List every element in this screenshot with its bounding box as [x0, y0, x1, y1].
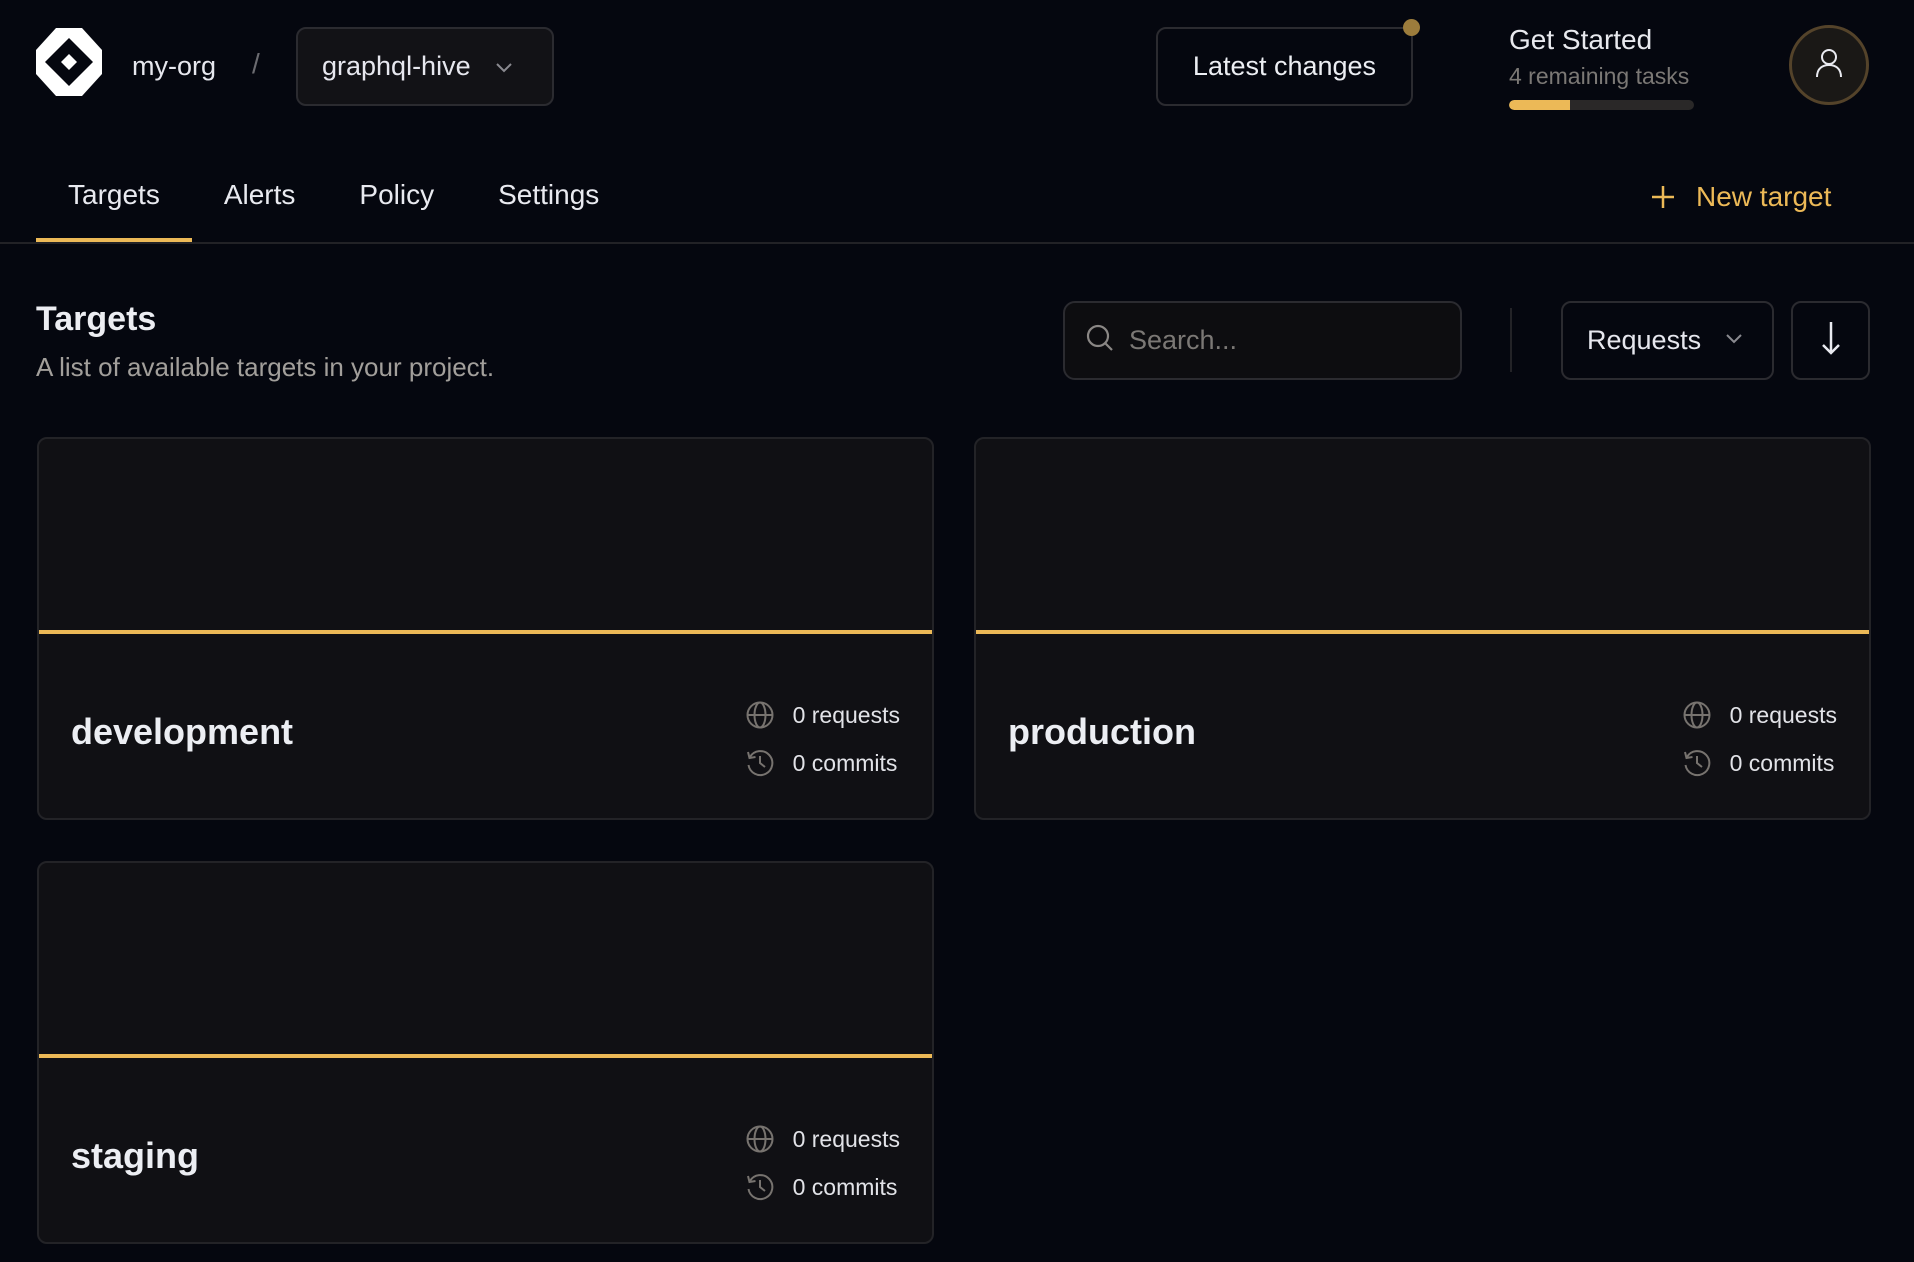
toolbar-divider [1510, 308, 1512, 372]
requests-count: 0 requests [1729, 701, 1837, 728]
requests-count: 0 requests [792, 701, 900, 728]
requests-chart [39, 630, 932, 634]
get-started-progress-bar [1509, 100, 1694, 110]
chevron-down-icon [1723, 327, 1745, 354]
commits-stat: 0 commits [745, 1163, 900, 1211]
history-icon [746, 750, 773, 777]
globe-icon [746, 1125, 774, 1153]
plus-icon [1652, 186, 1674, 208]
target-name: production [1008, 711, 1196, 752]
arrow-down-icon [1819, 320, 1843, 361]
search-input[interactable] [1129, 325, 1449, 356]
search-icon [1085, 323, 1115, 358]
commits-stat: 0 commits [1682, 739, 1837, 787]
commits-count: 0 commits [792, 749, 898, 776]
new-target-button[interactable]: New target [1650, 172, 1831, 222]
sort-direction-button[interactable] [1791, 301, 1870, 380]
commits-stat: 0 commits [745, 739, 900, 787]
target-name: development [71, 711, 294, 752]
user-menu-button[interactable] [1789, 25, 1869, 105]
history-icon [746, 1174, 773, 1201]
get-started-subtitle: 4 remaining tasks [1509, 63, 1690, 89]
project-select[interactable]: graphql-hive [296, 27, 554, 106]
sort-by-select[interactable]: Requests [1561, 301, 1774, 380]
target-stats: 0 requests 0 commits [1682, 691, 1837, 787]
hive-logo-icon[interactable] [36, 28, 102, 96]
breadcrumb-separator: / [252, 48, 260, 79]
requests-chart [39, 1054, 932, 1058]
commits-count: 0 commits [792, 1173, 898, 1200]
notification-dot [1403, 19, 1420, 36]
target-stats: 0 requests 0 commits [745, 1115, 900, 1211]
page-subtitle: A list of available targets in your proj… [36, 352, 495, 382]
commits-count: 0 commits [1729, 749, 1835, 776]
globe-icon [746, 701, 774, 729]
get-started-progress-fill [1509, 100, 1571, 110]
new-target-label: New target [1696, 181, 1832, 212]
target-stats: 0 requests 0 commits [745, 691, 900, 787]
project-select-value: graphql-hive [322, 51, 471, 81]
tab-targets[interactable]: Targets [36, 170, 192, 242]
target-card-development[interactable]: development 0 requests 0 commits [37, 437, 934, 820]
project-tabs: Targets Alerts Policy Settings [36, 170, 631, 242]
get-started-title: Get Started [1509, 24, 1653, 55]
org-name-link[interactable]: my-org [132, 48, 216, 84]
tab-policy[interactable]: Policy [327, 170, 466, 242]
tabs-divider [0, 242, 1914, 244]
chevron-down-icon [493, 56, 515, 78]
requests-stat: 0 requests [1682, 691, 1837, 739]
requests-stat: 0 requests [745, 691, 900, 739]
page-title: Targets [36, 300, 157, 338]
latest-changes-button[interactable]: Latest changes [1156, 27, 1413, 106]
target-card-staging[interactable]: staging 0 requests 0 commits [37, 861, 934, 1244]
search-field[interactable] [1063, 301, 1462, 380]
user-icon [1814, 47, 1844, 84]
get-started-widget[interactable]: Get Started 4 remaining tasks [1509, 22, 1699, 110]
requests-count: 0 requests [792, 1125, 900, 1152]
target-card-production[interactable]: production 0 requests 0 commits [974, 437, 1871, 820]
requests-chart [976, 630, 1869, 634]
globe-icon [1683, 701, 1711, 729]
requests-stat: 0 requests [745, 1115, 900, 1163]
tab-settings[interactable]: Settings [466, 170, 631, 242]
tab-alerts[interactable]: Alerts [192, 170, 328, 242]
sort-by-value: Requests [1587, 325, 1702, 355]
target-name: staging [71, 1135, 200, 1176]
history-icon [1683, 750, 1710, 777]
